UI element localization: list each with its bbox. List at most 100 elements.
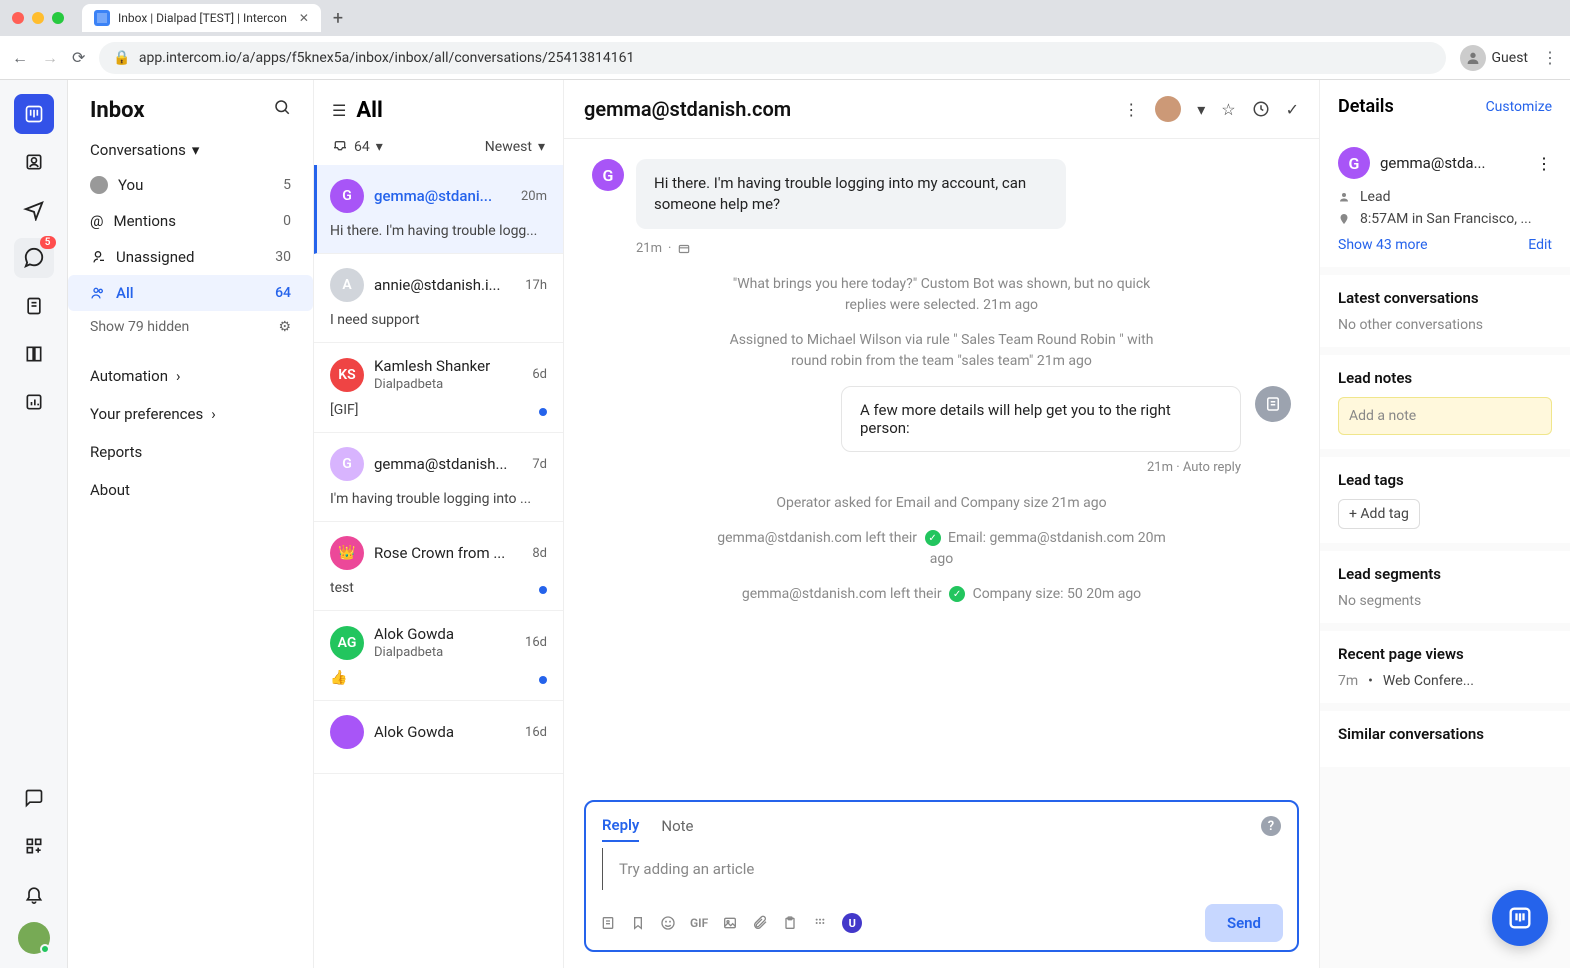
messenger-launcher[interactable]: [1492, 890, 1548, 946]
back-button[interactable]: ←: [12, 48, 28, 68]
system-message: Operator asked for Email and Company siz…: [712, 493, 1172, 514]
open-count-dropdown[interactable]: 64 ▾: [332, 139, 383, 155]
conv-time: 8d: [532, 546, 547, 561]
edit-link[interactable]: Edit: [1528, 237, 1552, 253]
conversation-title: gemma@stdanish.com: [584, 97, 1111, 121]
conversation-list: ☰ All 64 ▾ Newest ▾ Ggemma@stdani...20mH…: [314, 80, 564, 968]
rail-contacts-icon[interactable]: [14, 142, 54, 182]
close-window-icon[interactable]: [12, 12, 24, 24]
list-title: All: [356, 98, 382, 123]
rail-articles-icon[interactable]: [14, 286, 54, 326]
gif-button[interactable]: GIF: [690, 916, 708, 930]
window-controls[interactable]: [12, 12, 64, 24]
conv-subtitle: Dialpadbeta: [374, 645, 515, 660]
unread-dot-icon: [539, 586, 547, 594]
sys-text: Company size: 50 20m ago: [973, 586, 1142, 602]
browser-tab-strip: Inbox | Dialpad [TEST] | Intercon ✕ +: [0, 0, 1570, 36]
conv-title: annie@stdanish.i...: [374, 276, 515, 294]
bookmark-icon[interactable]: [630, 915, 646, 931]
mention-icon: @: [90, 212, 103, 230]
more-menu-icon[interactable]: ⋮: [1123, 100, 1139, 119]
message-timestamp: 21m: [636, 241, 662, 256]
filter-you[interactable]: You 5: [68, 167, 313, 203]
rail-send-icon[interactable]: [14, 190, 54, 230]
new-tab-button[interactable]: +: [333, 8, 343, 29]
reply-tab[interactable]: Reply: [602, 810, 639, 842]
conversation-item[interactable]: Aannie@stdanish.i...17hI need support: [314, 254, 563, 343]
minimize-window-icon[interactable]: [32, 12, 44, 24]
about-link[interactable]: About: [68, 471, 313, 509]
conversation-item[interactable]: Ggemma@stdani...20mHi there. I'm having …: [314, 165, 563, 254]
assignee-dropdown-icon[interactable]: ▾: [1197, 100, 1205, 119]
maximize-window-icon[interactable]: [52, 12, 64, 24]
show-hidden-link[interactable]: Show 79 hidden: [90, 319, 189, 335]
conversations-dropdown[interactable]: Conversations ▾: [68, 141, 313, 167]
filter-label: You: [118, 176, 143, 194]
conv-preview: I'm having trouble logging into ...: [330, 491, 547, 507]
composer-input[interactable]: Try adding an article: [602, 848, 1281, 890]
conv-title: Kamlesh Shanker: [374, 357, 522, 375]
conv-title: gemma@stdani...: [374, 187, 511, 205]
conversation-item[interactable]: 👑Rose Crown from ...8dtest: [314, 522, 563, 611]
note-tab[interactable]: Note: [661, 811, 693, 841]
attachment-icon[interactable]: [752, 915, 768, 931]
preferences-link[interactable]: Your preferences›: [68, 395, 313, 433]
rail-chat-icon[interactable]: [14, 778, 54, 818]
tab-title: Inbox | Dialpad [TEST] | Intercon: [118, 11, 287, 25]
pageview-page[interactable]: Web Confere...: [1383, 673, 1474, 689]
apps-grid-icon[interactable]: [812, 915, 828, 931]
close-conversation-icon[interactable]: ✓: [1286, 100, 1299, 119]
rail-notifications-icon[interactable]: [14, 874, 54, 914]
contact-menu-icon[interactable]: ⋮: [1536, 154, 1552, 173]
customize-link[interactable]: Customize: [1486, 99, 1552, 115]
list-menu-icon[interactable]: ☰: [332, 101, 346, 120]
rail-apps-icon[interactable]: [14, 826, 54, 866]
close-tab-icon[interactable]: ✕: [299, 11, 309, 25]
conversation-item[interactable]: AGAlok GowdaDialpadbeta16d👍: [314, 611, 563, 701]
contact-email[interactable]: gemma@stda...: [1380, 154, 1526, 172]
assignee-avatar[interactable]: [1155, 96, 1181, 122]
dot-sep: •: [1368, 673, 1373, 689]
browser-tab[interactable]: Inbox | Dialpad [TEST] | Intercon ✕: [82, 4, 321, 32]
filter-all[interactable]: All 64: [68, 275, 313, 311]
brand-logo-icon[interactable]: [14, 94, 54, 134]
people-icon: [90, 285, 106, 301]
sort-dropdown[interactable]: Newest ▾: [485, 139, 545, 155]
address-bar[interactable]: 🔒 app.intercom.io/a/apps/f5knex5a/inbox/…: [99, 42, 1445, 74]
add-tag-button[interactable]: + Add tag: [1338, 499, 1420, 529]
add-note-input[interactable]: Add a note: [1338, 397, 1552, 435]
conv-time: 17h: [525, 278, 547, 293]
filter-mentions[interactable]: @Mentions 0: [68, 203, 313, 239]
rail-inbox-icon[interactable]: 5: [14, 238, 54, 278]
rail-reports-icon[interactable]: [14, 382, 54, 422]
profile-chip[interactable]: Guest: [1460, 45, 1528, 71]
automation-link[interactable]: Automation›: [68, 357, 313, 395]
conv-preview: test: [330, 580, 547, 596]
emoji-icon[interactable]: [660, 915, 676, 931]
automation-label: Automation: [90, 367, 168, 385]
integration-icon[interactable]: U: [842, 913, 862, 933]
conv-time: 6d: [532, 367, 547, 382]
conv-time: 20m: [521, 189, 547, 204]
star-icon[interactable]: ☆: [1221, 100, 1235, 119]
user-avatar[interactable]: [18, 922, 50, 954]
browser-menu-icon[interactable]: ⋮: [1542, 48, 1558, 67]
reload-button[interactable]: ⟳: [72, 48, 85, 67]
segments-empty: No segments: [1338, 593, 1552, 609]
image-icon[interactable]: [722, 915, 738, 931]
snooze-icon[interactable]: [1252, 100, 1270, 118]
search-icon[interactable]: [273, 98, 291, 116]
conversation-item[interactable]: KSKamlesh ShankerDialpadbeta6d[GIF]: [314, 343, 563, 433]
rail-book-icon[interactable]: [14, 334, 54, 374]
clipboard-icon[interactable]: [782, 915, 798, 931]
insert-article-icon[interactable]: [600, 915, 616, 931]
show-more-link[interactable]: Show 43 more: [1338, 237, 1428, 253]
conversation-item[interactable]: Ggemma@stdanish...7dI'm having trouble l…: [314, 433, 563, 522]
reports-link[interactable]: Reports: [68, 433, 313, 471]
conv-time: 7d: [532, 457, 547, 472]
help-icon[interactable]: ?: [1261, 816, 1281, 836]
gear-icon[interactable]: ⚙: [278, 319, 291, 335]
send-button[interactable]: Send: [1205, 904, 1283, 942]
filter-unassigned[interactable]: Unassigned 30: [68, 239, 313, 275]
conversation-item[interactable]: Alok Gowda16d: [314, 701, 563, 774]
